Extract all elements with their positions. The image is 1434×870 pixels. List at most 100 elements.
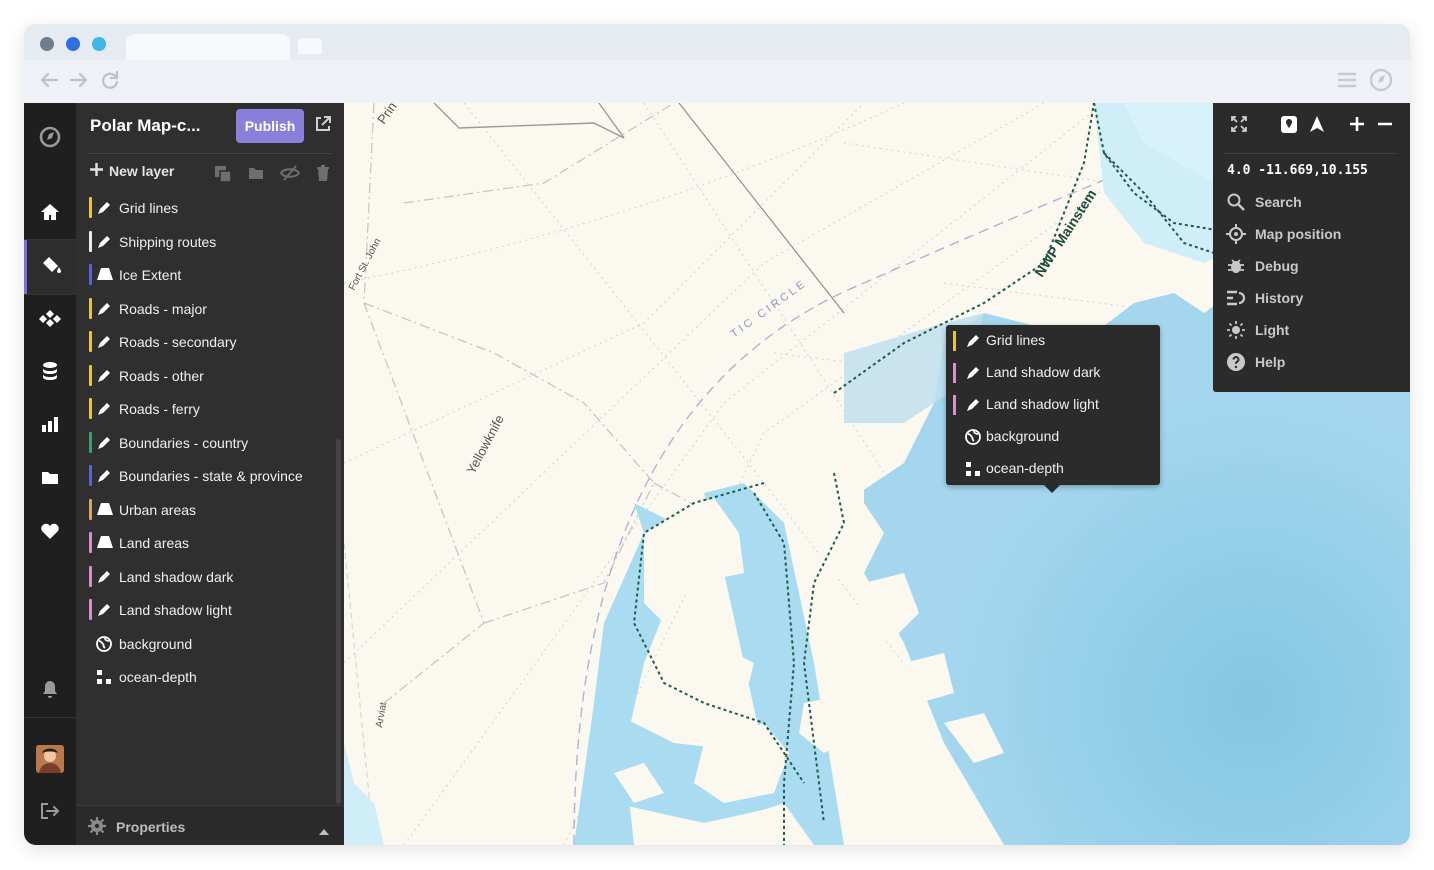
layer-item[interactable]: Land shadow dark bbox=[76, 560, 334, 594]
popup-item-name: background bbox=[986, 428, 1060, 444]
rail-home[interactable] bbox=[24, 188, 76, 240]
database-icon bbox=[41, 361, 59, 386]
rail-style[interactable] bbox=[24, 240, 76, 294]
popup-item[interactable]: Land shadow light bbox=[946, 389, 1160, 421]
layer-item[interactable]: background bbox=[76, 627, 334, 661]
popup-item-name: Grid lines bbox=[986, 332, 1046, 348]
popup-item[interactable]: Land shadow dark bbox=[946, 357, 1160, 389]
map-menu-item-search[interactable]: Search bbox=[1225, 190, 1302, 214]
layer-color-bar bbox=[89, 230, 92, 252]
rail-components[interactable] bbox=[24, 294, 76, 346]
layer-item[interactable]: ocean-depth bbox=[76, 660, 334, 694]
layer-item[interactable]: Ice Extent bbox=[76, 258, 334, 292]
layer-name: Roads - major bbox=[119, 300, 207, 317]
layer-item[interactable]: Boundaries - state & province bbox=[76, 459, 334, 493]
reload-icon[interactable] bbox=[99, 69, 121, 95]
pencil-icon bbox=[96, 435, 112, 451]
bug-icon bbox=[1225, 257, 1247, 275]
properties-bar[interactable]: Properties bbox=[76, 805, 344, 845]
popup-item[interactable]: background bbox=[946, 421, 1160, 453]
popup-item[interactable]: ocean-depth bbox=[946, 453, 1160, 485]
paint-bucket-icon bbox=[41, 255, 63, 280]
new-tab-button[interactable] bbox=[298, 38, 322, 54]
plus-icon bbox=[90, 163, 103, 179]
layer-color-bar bbox=[89, 197, 92, 218]
popup-item-name: ocean-depth bbox=[986, 460, 1064, 476]
map-title[interactable]: Polar Map-c... bbox=[90, 116, 201, 136]
avatar[interactable] bbox=[24, 733, 76, 785]
pencil-icon bbox=[96, 200, 112, 216]
pencil-icon bbox=[96, 602, 112, 618]
layer-item[interactable]: Land areas bbox=[76, 526, 334, 560]
rail-logout[interactable] bbox=[24, 787, 76, 839]
group-folder-icon[interactable] bbox=[248, 165, 264, 185]
search-icon bbox=[1225, 193, 1247, 211]
layer-name: Land shadow light bbox=[119, 602, 232, 618]
layer-item[interactable]: Roads - secondary bbox=[76, 325, 334, 359]
globe-icon bbox=[96, 635, 112, 652]
layer-name: Land areas bbox=[119, 535, 190, 551]
duplicate-layer-icon[interactable] bbox=[214, 165, 232, 188]
sun-icon bbox=[1225, 321, 1247, 339]
rail-notifications[interactable] bbox=[24, 665, 76, 717]
inspect-toggle[interactable] bbox=[1277, 113, 1301, 139]
back-arrow-icon[interactable] bbox=[38, 69, 60, 95]
publish-button[interactable]: Publish bbox=[236, 109, 304, 143]
browser-tab[interactable] bbox=[126, 34, 290, 60]
map-menu-item-map-position[interactable]: Map position bbox=[1225, 222, 1341, 246]
rail-stats[interactable] bbox=[24, 400, 76, 452]
map-menu-item-history[interactable]: History bbox=[1225, 286, 1303, 310]
zoom-in-button[interactable] bbox=[1345, 113, 1369, 139]
fullscreen-button[interactable] bbox=[1227, 113, 1251, 139]
layer-item[interactable]: Land shadow light bbox=[76, 593, 334, 627]
compass-north-button[interactable] bbox=[1305, 113, 1329, 139]
heart-icon bbox=[40, 522, 60, 545]
controls-divider bbox=[1225, 153, 1397, 154]
delete-layer-icon[interactable] bbox=[316, 165, 330, 186]
layer-color-bar bbox=[953, 331, 956, 351]
forward-arrow-icon[interactable] bbox=[68, 69, 90, 95]
layer-item[interactable]: Roads - ferry bbox=[76, 392, 334, 426]
layer-list-scrollbar[interactable] bbox=[336, 439, 341, 804]
rail-logo[interactable] bbox=[24, 113, 76, 165]
popup-item[interactable]: Grid lines bbox=[946, 325, 1160, 357]
pencil-icon bbox=[96, 234, 112, 250]
pencil-icon bbox=[965, 365, 981, 384]
gear-icon bbox=[88, 817, 106, 840]
app: Polar Map-c... Publish New layer Grid li… bbox=[24, 103, 1410, 845]
layer-item[interactable]: Urban areas bbox=[76, 493, 334, 527]
window-close-dot[interactable] bbox=[40, 37, 54, 51]
map-menu-item-light[interactable]: Light bbox=[1225, 318, 1289, 342]
rail-favorites[interactable] bbox=[24, 507, 76, 559]
new-layer-button[interactable]: New layer bbox=[90, 163, 174, 179]
layer-item[interactable]: Boundaries - country bbox=[76, 426, 334, 460]
window-minimize-dot[interactable] bbox=[66, 37, 80, 51]
globe-icon bbox=[965, 429, 981, 448]
zoom-out-button[interactable] bbox=[1373, 113, 1397, 139]
pencil-icon bbox=[96, 301, 112, 317]
external-link-icon[interactable] bbox=[314, 115, 332, 138]
rail-files[interactable] bbox=[24, 453, 76, 505]
properties-label: Properties bbox=[116, 819, 186, 835]
layer-name: Urban areas bbox=[119, 501, 197, 518]
window-maximize-dot[interactable] bbox=[92, 37, 106, 51]
map-pin-icon bbox=[1280, 114, 1298, 139]
rail-data[interactable] bbox=[24, 347, 76, 399]
layer-item[interactable]: Shipping routes bbox=[76, 225, 334, 259]
popup-item-name: Land shadow light bbox=[986, 396, 1099, 412]
hide-layer-icon[interactable] bbox=[279, 165, 301, 186]
caret-up-icon[interactable] bbox=[319, 822, 329, 840]
layer-name: background bbox=[119, 635, 193, 652]
map-menu-label: Search bbox=[1255, 194, 1302, 210]
layer-item[interactable]: Roads - major bbox=[76, 292, 334, 326]
map-menu-item-help[interactable]: Help bbox=[1225, 350, 1285, 374]
map-menu-item-debug[interactable]: Debug bbox=[1225, 254, 1299, 278]
layer-name: Boundaries - country bbox=[119, 434, 249, 451]
pencil-icon bbox=[965, 333, 981, 352]
compass-icon[interactable] bbox=[1369, 68, 1393, 97]
layer-item[interactable]: Roads - other bbox=[76, 359, 334, 393]
layer-item[interactable]: Grid lines bbox=[76, 191, 334, 225]
layer-name: Roads - ferry bbox=[119, 401, 200, 417]
menu-icon[interactable] bbox=[1336, 69, 1358, 96]
map-menu-label: Map position bbox=[1255, 226, 1342, 242]
